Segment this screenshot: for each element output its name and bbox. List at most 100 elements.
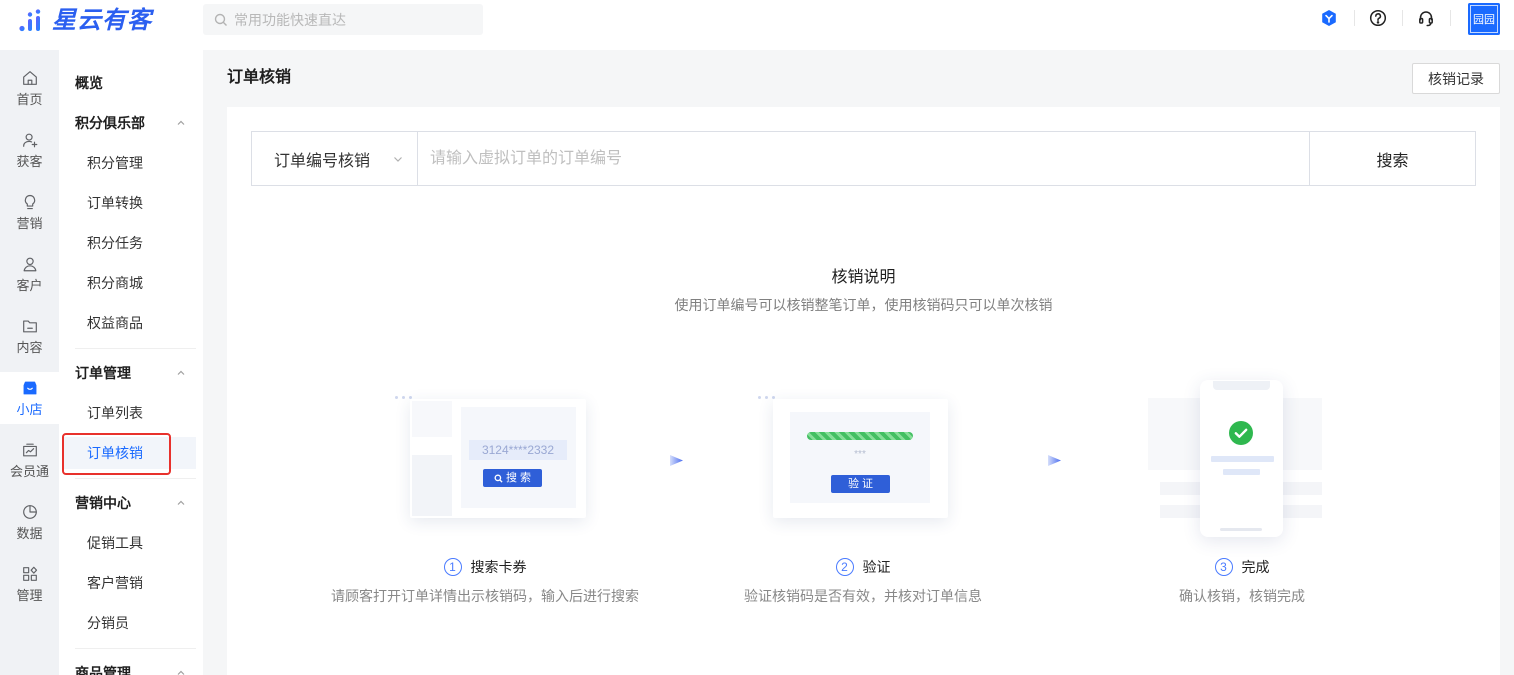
global-search[interactable]: [203, 4, 483, 35]
sidebar-group-title: 积分俱乐部: [75, 115, 145, 131]
mock-sidebar: [412, 401, 452, 437]
step-title: 搜索卡券: [470, 559, 527, 575]
bulb-icon: [24, 194, 35, 210]
guide-subtitle: 使用订单编号可以核销整笔订单，使用核销码只可以单次核销: [674, 297, 1053, 313]
rail-item-label: 获客: [16, 154, 43, 169]
user-icon: [23, 257, 36, 272]
sidebar-item-promo-tools[interactable]: 促销工具: [62, 527, 196, 559]
sidebar-group-goods-manage[interactable]: 商品管理: [62, 657, 196, 675]
top-header: 星云有客 园园: [0, 0, 1514, 50]
mock-panel: 3124****2332 搜 索: [461, 407, 576, 508]
headset-icon[interactable]: [1416, 8, 1436, 28]
rail-item-label: 小店: [16, 402, 43, 417]
rail-item-label: 营销: [16, 216, 43, 231]
step-header: 2 验证: [663, 557, 1063, 577]
chevron-down-icon: [393, 154, 403, 164]
sidebar-item-customer-marketing[interactable]: 客户营销: [62, 567, 196, 599]
step-title: 完成: [1241, 559, 1270, 575]
header-separator: [1450, 10, 1451, 26]
search-icon: [494, 473, 503, 483]
sidebar-item-order-convert[interactable]: 订单转换: [62, 187, 196, 219]
mock-masked-code: ***: [854, 449, 866, 460]
chevron-up-icon: [177, 669, 185, 675]
step-description: 验证核销码是否有效，并核对订单信息: [744, 588, 982, 604]
sidebar-divider: [75, 348, 196, 349]
sidebar-group-marketing-center[interactable]: 营销中心: [62, 487, 196, 519]
rail-item-label: 内容: [16, 340, 43, 355]
verify-step-illustration: *** 验 证: [758, 388, 958, 548]
mock-phone-home-bar: [1220, 528, 1262, 531]
chevron-up-icon: [177, 499, 185, 507]
header-separator: [1354, 10, 1355, 26]
verify-card: 订单编号核销 搜索 核销说明 使用订单编号可以核销整笔订单，使用核销码只可以单次…: [227, 107, 1500, 675]
step-number: 3: [1214, 558, 1233, 576]
rail-item-membership[interactable]: 会员通: [0, 434, 59, 486]
logo-mark-icon: [18, 9, 44, 33]
rail-item-customers[interactable]: 客户: [0, 248, 59, 300]
order-number-input[interactable]: [418, 132, 1309, 185]
mock-window: *** 验 证: [773, 399, 948, 518]
avatar[interactable]: 园园: [1468, 3, 1500, 35]
rail-item-acquire[interactable]: 获客: [0, 124, 59, 176]
logo[interactable]: 星云有客: [18, 7, 152, 35]
sidebar-group-points-club[interactable]: 积分俱乐部: [62, 107, 196, 139]
rail-item-label: 管理: [16, 588, 43, 603]
help-icon[interactable]: [1368, 8, 1388, 28]
success-check-icon: [1229, 421, 1253, 445]
sidebar-item-overview[interactable]: 概览: [62, 67, 196, 99]
search-button[interactable]: 搜索: [1309, 132, 1475, 185]
sidebar-item-order-list[interactable]: 订单列表: [62, 397, 196, 429]
step-number: 1: [443, 558, 462, 576]
order-search-group: 订单编号核销 搜索: [251, 131, 1476, 186]
user-add-icon: [22, 133, 37, 148]
search-icon: [214, 13, 228, 27]
mock-window: 3124****2332 搜 索: [410, 399, 586, 518]
chevron-up-icon: [177, 369, 185, 377]
sidebar-divider: [75, 478, 196, 479]
verified-badge-icon[interactable]: [1319, 8, 1339, 28]
flow-arrow-icon: [1048, 455, 1061, 466]
sidebar-group-order-manage[interactable]: 订单管理: [62, 357, 196, 389]
member-icon: [22, 443, 37, 457]
decor-dots: [395, 396, 412, 399]
step-title: 验证: [862, 559, 891, 575]
header-separator: [1402, 10, 1403, 26]
page-title: 订单核销: [227, 69, 292, 86]
rail-item-label: 客户: [16, 278, 43, 293]
folder-icon: [22, 320, 37, 333]
logo-text: 星云有客: [52, 7, 152, 34]
chevron-up-icon: [177, 119, 185, 127]
sidebar-item-points-mall[interactable]: 积分商城: [62, 267, 196, 299]
global-search-input[interactable]: [234, 5, 474, 34]
rail-item-content[interactable]: 内容: [0, 310, 59, 362]
guide-title: 核销说明: [831, 269, 896, 286]
sidebar-group-title: 商品管理: [75, 665, 131, 675]
sidebar-item-points-manage[interactable]: 积分管理: [62, 147, 196, 179]
sidebar-divider: [75, 648, 196, 649]
home-icon: [22, 71, 37, 85]
step-description: 确认核销，核销完成: [1179, 588, 1305, 604]
done-step-illustration: [1148, 380, 1323, 540]
rail-item-label: 首页: [16, 92, 43, 107]
mock-search-button: 搜 索: [483, 469, 542, 487]
mock-phone-notch: [1213, 381, 1270, 390]
sidebar-item-order-verify[interactable]: 订单核销: [62, 437, 196, 469]
sidebar-item-points-tasks[interactable]: 积分任务: [62, 227, 196, 259]
verify-mode-select[interactable]: 订单编号核销: [252, 132, 418, 185]
sidebar-item-benefit-goods[interactable]: 权益商品: [62, 307, 196, 339]
search-step-illustration: 3124****2332 搜 索: [395, 388, 595, 548]
step-header: 3 完成: [1042, 557, 1442, 577]
sidebar-item-distributors[interactable]: 分销员: [62, 607, 196, 639]
mock-sidebar: [412, 455, 452, 516]
verify-records-button[interactable]: 核销记录: [1412, 63, 1500, 94]
mock-text-line: [1211, 456, 1274, 462]
step-header: 1 搜索卡券: [285, 557, 685, 577]
rail-item-marketing[interactable]: 营销: [0, 186, 59, 238]
rail-item-shop[interactable]: 小店: [0, 372, 59, 424]
rail-item-label: 数据: [16, 526, 43, 541]
grid-icon: [22, 566, 37, 581]
rail-item-label: 会员通: [9, 464, 49, 479]
rail-item-data[interactable]: 数据: [0, 496, 59, 548]
rail-item-home[interactable]: 首页: [0, 62, 59, 114]
rail-item-manage[interactable]: 管理: [0, 558, 59, 610]
